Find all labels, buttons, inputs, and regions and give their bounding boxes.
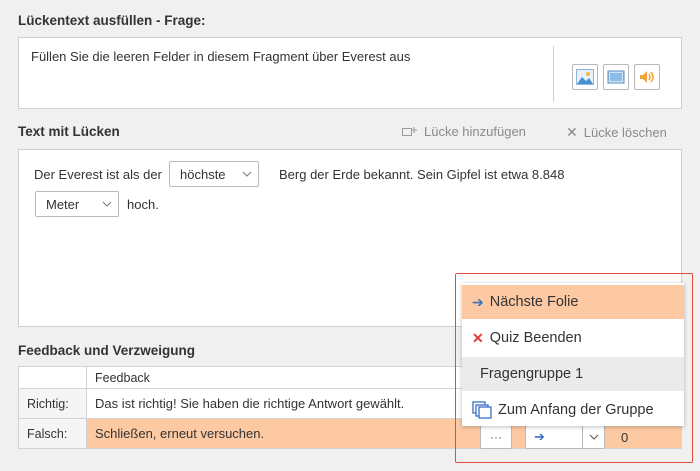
feedback-section-title: Feedback und Verzweigung [18, 343, 196, 358]
media-divider [553, 46, 554, 102]
gap-text-part2: Berg der Erde bekannt. Sein Gipfel ist e… [279, 167, 565, 182]
row-label-wrong: Falsch: [18, 418, 87, 449]
add-gap-label: Lücke hinzufügen [424, 124, 526, 139]
image-icon [576, 69, 594, 85]
add-gap-icon [402, 126, 417, 136]
gap-section-title: Text mit Lücken [18, 124, 120, 139]
delete-gap-label: Lücke löschen [583, 125, 667, 140]
menu-item-label: Nächste Folie [489, 294, 579, 310]
group-icon [472, 401, 492, 419]
menu-item-label: Zum Anfang der Gruppe [498, 402, 654, 418]
menu-item-next-slide[interactable]: ➔ Nächste Folie [462, 285, 684, 319]
question-section-title: Lückentext ausfüllen - Frage: [18, 13, 206, 28]
insert-video-button[interactable] [603, 64, 629, 90]
delete-gap-button[interactable]: ✕ Lücke löschen [566, 124, 667, 141]
gap1-value: höchste [180, 166, 226, 182]
gap2-select[interactable]: Meter [35, 191, 119, 217]
add-gap-button[interactable]: Lücke hinzufügen [402, 124, 526, 139]
delete-icon: ✕ [566, 124, 578, 140]
gap2-value: Meter [46, 196, 80, 212]
insert-audio-button[interactable] [634, 64, 660, 90]
gap-text-part3: hoch. [127, 197, 159, 212]
video-icon [607, 70, 625, 84]
chevron-down-icon [96, 201, 118, 207]
menu-item-end-quiz[interactable]: ✕ Quiz Beenden [462, 321, 684, 355]
menu-item-group-start[interactable]: Zum Anfang der Gruppe [462, 393, 684, 427]
row-label-correct: Richtig: [18, 388, 87, 419]
question-text[interactable]: Füllen Sie die leeren Felder in diesem F… [31, 49, 410, 64]
insert-image-button[interactable] [572, 64, 598, 90]
menu-item-label: Fragengruppe 1 [480, 366, 584, 382]
arrow-right-icon: ➔ [472, 293, 484, 310]
branch-dropdown-menu: ➔ Nächste Folie ✕ Quiz Beenden Fragengru… [462, 283, 684, 426]
chevron-down-icon [236, 171, 258, 177]
gap-text-part1: Der Everest ist als der [34, 167, 162, 182]
table-header-empty [18, 366, 87, 389]
audio-icon [640, 71, 654, 83]
menu-item-question-group[interactable]: Fragengruppe 1 [462, 357, 684, 391]
close-icon: ✕ [472, 329, 484, 346]
gap1-select[interactable]: höchste [169, 161, 259, 187]
menu-item-label: Quiz Beenden [489, 330, 582, 346]
question-panel: Füllen Sie die leeren Felder in diesem F… [18, 37, 682, 109]
